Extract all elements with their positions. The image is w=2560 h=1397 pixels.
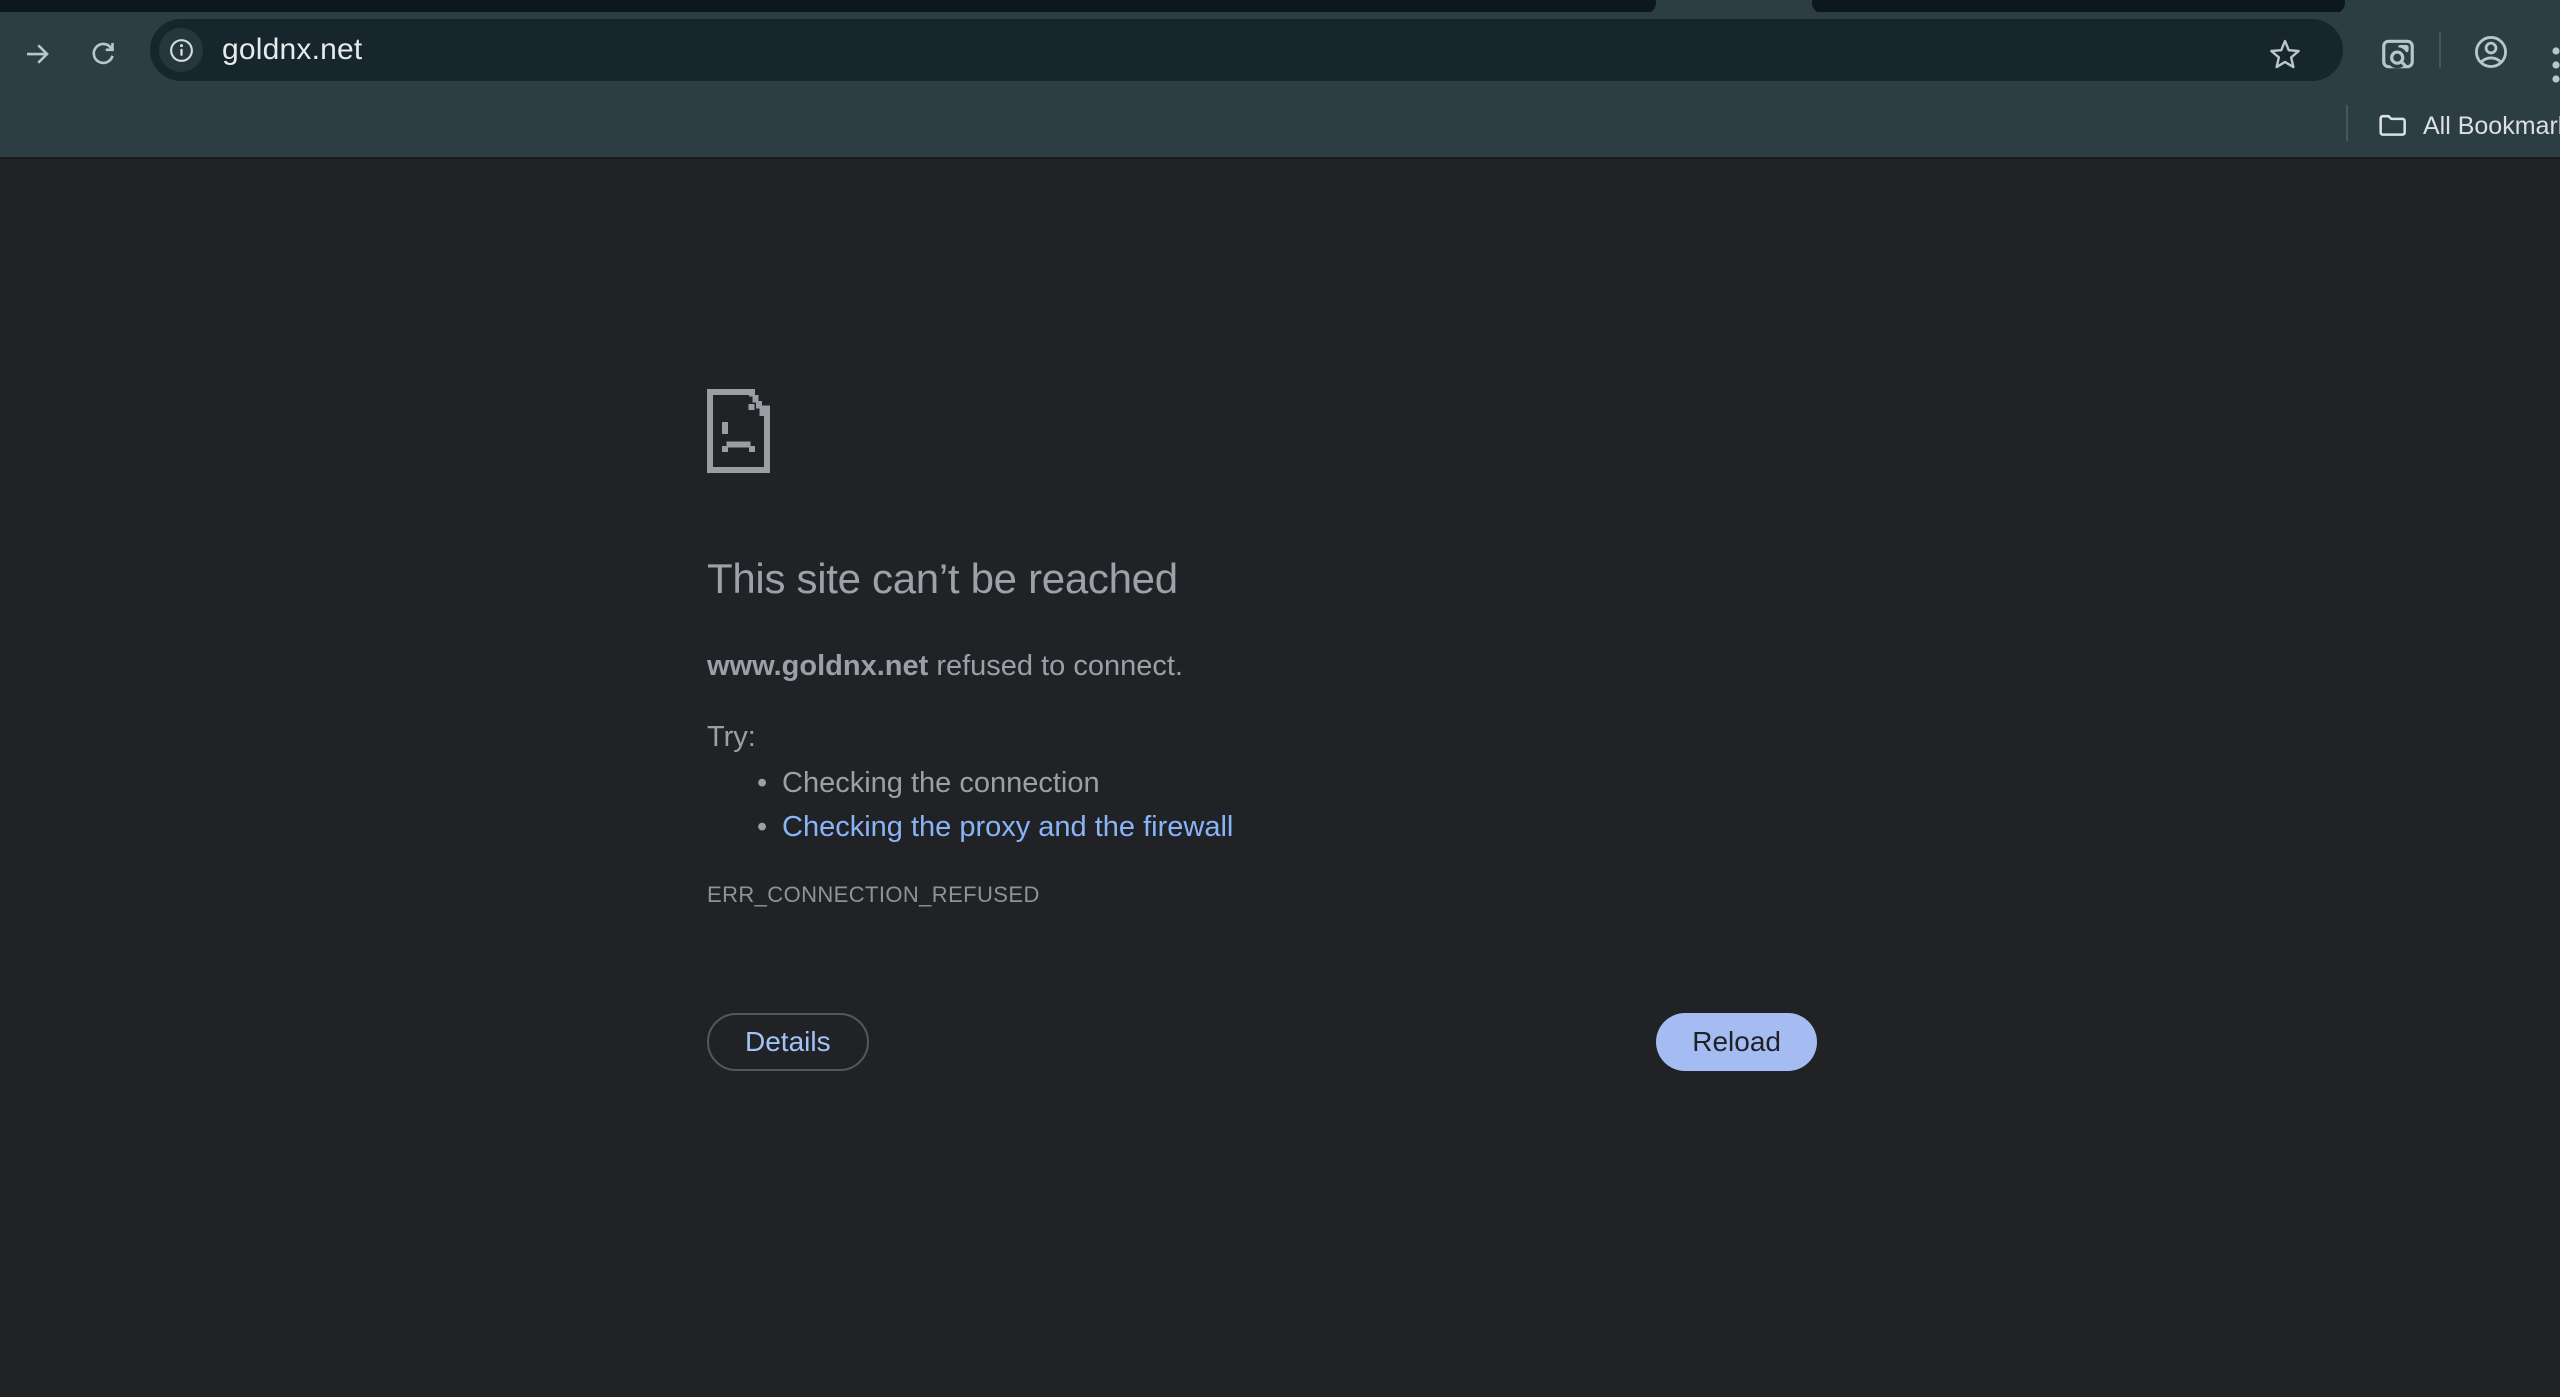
browser-toolbar: goldnx.net: [0, 12, 2560, 97]
sad-file-icon: [707, 389, 773, 473]
url-text[interactable]: goldnx.net: [222, 19, 362, 81]
try-label: Try:: [707, 721, 756, 753]
error-code: ERR_CONNECTION_REFUSED: [707, 882, 1040, 907]
error-domain: www.goldnx.net: [707, 650, 929, 682]
site-info-chip[interactable]: [159, 28, 203, 72]
error-page: This site can’t be reached www.goldnx.ne…: [0, 157, 2560, 1397]
reload-button[interactable]: Reload: [1656, 1013, 1817, 1071]
toolbar-divider: [2439, 32, 2441, 68]
error-message: www.goldnx.net refused to connect.: [707, 646, 1183, 686]
forward-icon[interactable]: [22, 32, 52, 76]
suggestion-list: Checking the connection Checking the pro…: [707, 761, 1233, 849]
side-panel-search-icon[interactable]: [2378, 32, 2418, 76]
error-content: This site can’t be reached www.goldnx.ne…: [707, 157, 1817, 1397]
button-row: Details Reload: [707, 1013, 1817, 1071]
bookmarks-divider: [2346, 105, 2348, 141]
bookmark-star-icon[interactable]: [2263, 32, 2307, 76]
bookmarks-bar: All Bookmarks: [0, 97, 2560, 157]
suggestion-item: Checking the connection: [707, 761, 1233, 805]
address-bar[interactable]: goldnx.net: [150, 19, 2343, 81]
proxy-firewall-link[interactable]: Checking the proxy and the firewall: [782, 811, 1233, 843]
reload-icon[interactable]: [88, 32, 118, 76]
error-message-rest: refused to connect.: [928, 650, 1183, 682]
suggestion-text: Checking the connection: [782, 767, 1100, 799]
profile-icon[interactable]: [2472, 33, 2510, 71]
site-info-icon: [169, 38, 193, 62]
details-button[interactable]: Details: [707, 1013, 869, 1071]
suggestion-item: Checking the proxy and the firewall: [707, 805, 1233, 849]
folder-icon[interactable]: [2374, 107, 2410, 143]
error-title: This site can’t be reached: [707, 555, 1178, 602]
all-bookmarks-button[interactable]: All Bookmarks: [2423, 97, 2560, 157]
menu-dots-icon[interactable]: [2547, 37, 2560, 93]
tab-strip: [0, 0, 2560, 13]
